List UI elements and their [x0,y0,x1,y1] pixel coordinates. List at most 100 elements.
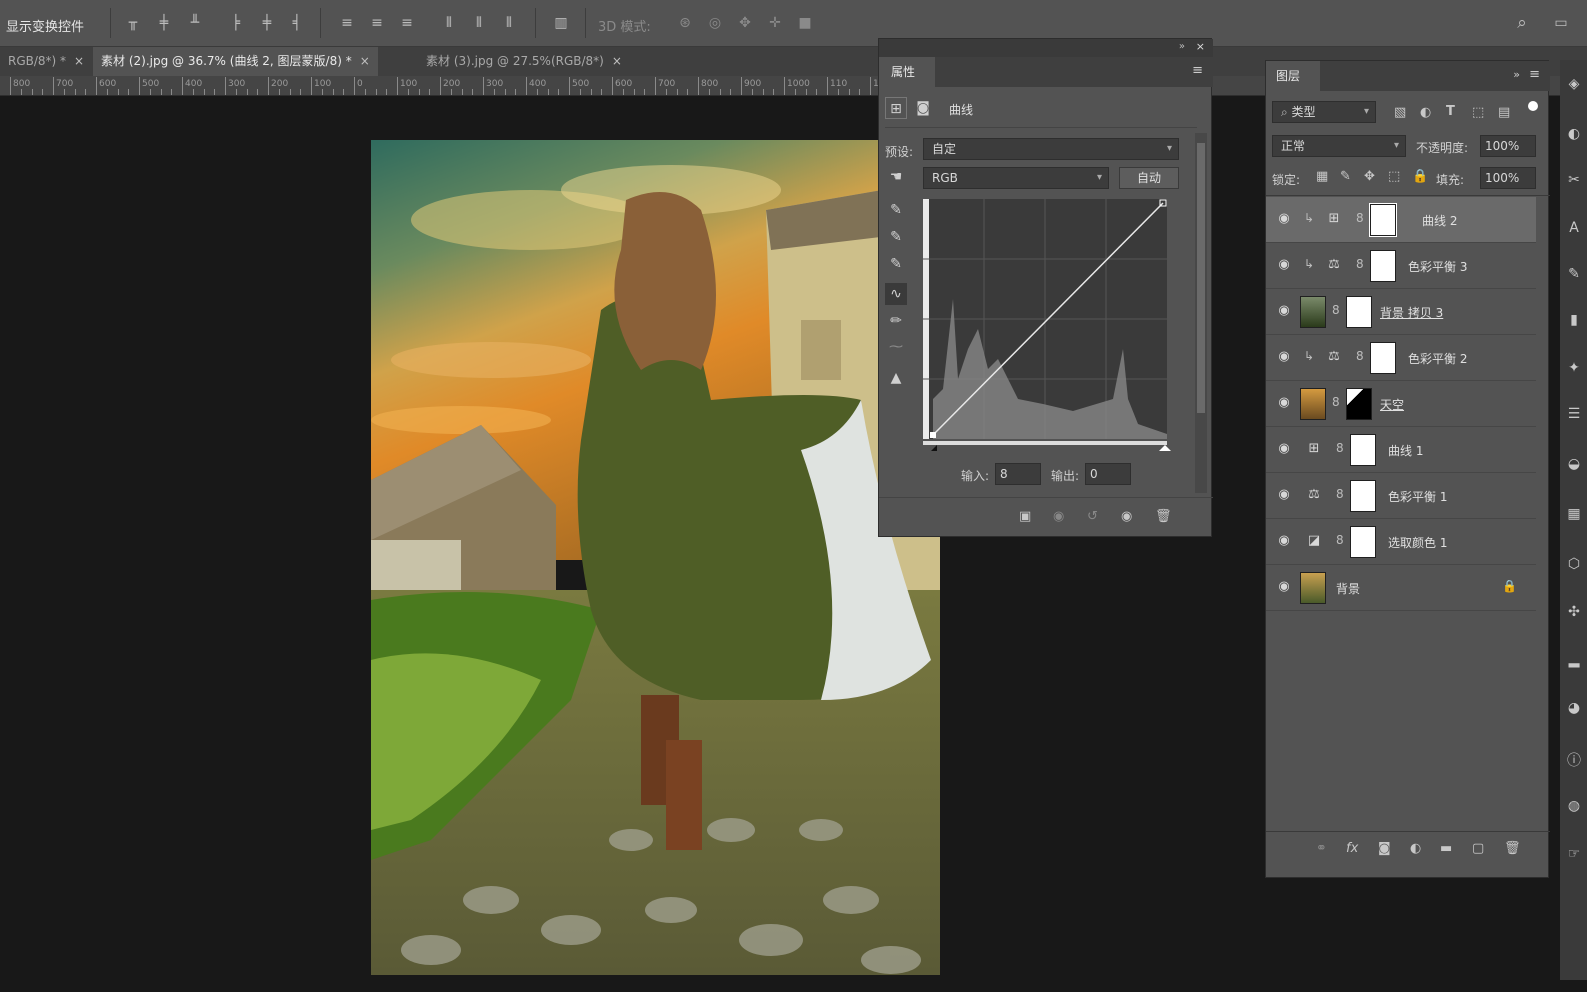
mask-icon[interactable]: ◙ [912,97,934,119]
scrollbar[interactable] [1195,133,1207,493]
distribute-hcenter-icon[interactable]: ⦀ [470,14,488,32]
filter-pixel-icon[interactable]: ▧ [1394,105,1406,120]
align-hcenter-icon[interactable]: ╪ [258,14,276,32]
3d-pan-icon[interactable]: ✥ [736,14,754,32]
tool-presets-dock-icon[interactable]: ✦ [1565,360,1583,378]
close-icon[interactable]: × [360,54,370,68]
layer-filter-dropdown[interactable]: ⌕ 类型 ▾ [1272,101,1376,123]
fill-field[interactable]: 100% [1480,167,1536,189]
eye-icon[interactable]: ◉ [1276,211,1292,227]
3d-dock-icon[interactable]: ⬡ [1565,556,1583,574]
layer-row[interactable]: ◉ ◪ 8 选取颜色 1 [1266,519,1536,565]
distribute-left-icon[interactable]: ⦀ [440,14,458,32]
document-tab[interactable]: 素材 (3).jpg @ 27.5%(RGB/8*) × [418,47,630,76]
paths-dock-icon[interactable]: ✂ [1565,172,1583,190]
panel-menu-icon[interactable]: ≡ [1192,63,1203,78]
close-icon[interactable]: × [74,54,84,68]
character-dock-icon[interactable]: A [1565,220,1583,238]
pencil-icon[interactable]: ✏ [885,310,907,332]
link-icon[interactable]: 8 [1356,211,1364,225]
layer-row[interactable]: ◉ ↳ ⚖ 8 色彩平衡 3 [1266,243,1536,289]
input-field[interactable]: 8 [995,463,1041,485]
tab-properties[interactable]: 属性 [879,57,935,87]
filter-shape-icon[interactable]: ⬚ [1472,105,1484,120]
lock-position-icon[interactable]: ✥ [1364,169,1375,184]
eye-icon[interactable]: ◉ [1276,349,1292,365]
color-dock-icon[interactable]: ◒ [1565,456,1583,474]
align-left-icon[interactable]: ╞ [227,14,245,32]
view-previous-icon[interactable]: ◉ [1053,509,1064,524]
auto-align-icon[interactable]: ▥ [552,14,570,32]
target-adjust-hand-icon[interactable]: ☚ [885,166,907,188]
layer-mask-thumbnail[interactable] [1350,526,1376,558]
smooth-icon[interactable]: ⁓ [885,336,907,358]
align-vcenter-icon[interactable]: ╪ [155,14,173,32]
info-dock-icon[interactable]: ⓘ [1565,750,1583,769]
3d-slide-icon[interactable]: ✛ [766,14,784,32]
layer-row[interactable]: ◉ ⚖ 8 色彩平衡 1 [1266,473,1536,519]
layer-mask-thumbnail[interactable] [1369,203,1397,237]
document-image[interactable] [371,140,940,975]
eye-icon[interactable]: ◉ [1276,487,1292,503]
layer-row[interactable]: ◉ ↳ ⚖ 8 色彩平衡 2 [1266,335,1536,381]
distribute-right-icon[interactable]: ⦀ [500,14,518,32]
layer-thumbnail[interactable] [1300,296,1326,328]
fx-icon[interactable]: fx [1346,841,1358,856]
collapse-icon[interactable]: » [1179,41,1185,52]
channels-dock-icon[interactable]: ◕ [1565,700,1583,718]
link-icon[interactable]: 8 [1332,303,1340,317]
layer-mask-thumbnail[interactable] [1370,342,1396,374]
show-transform-controls[interactable]: 显示变换控件 [6,16,84,35]
clone-source-dock-icon[interactable]: ▮ [1565,312,1583,330]
lock-artboard-icon[interactable]: ⬚ [1388,169,1400,184]
filter-toggle-icon[interactable] [1528,101,1538,111]
eye-icon[interactable]: ◉ [1276,579,1292,595]
output-field[interactable]: 0 [1085,463,1131,485]
document-tab-active[interactable]: 素材 (2).jpg @ 36.7% (曲线 2, 图层蒙版/8) * × [93,47,378,76]
close-icon[interactable]: × [1196,40,1205,53]
eye-icon[interactable]: ◉ [1276,441,1292,457]
styles-dock-icon[interactable]: ◍ [1565,798,1583,816]
visibility-icon[interactable]: ◉ [1121,509,1132,524]
layer-row[interactable]: ◉ 8 天空 [1266,381,1536,427]
layer-mask-thumbnail[interactable] [1350,480,1376,512]
tab-layers[interactable]: 图层 [1266,61,1320,91]
add-mask-icon[interactable]: ◙ [1378,841,1391,856]
link-icon[interactable]: 8 [1332,395,1340,409]
layer-thumbnail[interactable] [1300,572,1326,604]
swatches-dock-icon[interactable]: ▦ [1565,506,1583,524]
link-icon[interactable]: 8 [1336,441,1344,455]
distribute-bottom-icon[interactable]: ≡ [398,14,416,32]
curves-adjustment-icon[interactable]: ⊞ [885,97,907,119]
layer-mask-thumbnail[interactable] [1346,296,1372,328]
histogram-dock-icon[interactable]: ▂ [1565,652,1583,670]
eye-icon[interactable]: ◉ [1276,303,1292,319]
channel-dropdown[interactable]: RGB ▾ [923,167,1109,189]
layer-mask-thumbnail[interactable] [1346,388,1372,420]
layer-row[interactable]: ◉ 背景 🔒 [1266,565,1536,611]
align-right-icon[interactable]: ╡ [288,14,306,32]
trash-icon[interactable]: 🗑 [1155,509,1172,524]
lock-all-icon[interactable]: 🔒 [1412,169,1428,184]
eye-icon[interactable]: ◉ [1276,395,1292,411]
eyedropper-gray-icon[interactable]: ✎ [885,226,907,248]
search-icon[interactable]: ⌕ [1513,14,1531,32]
layer-mask-thumbnail[interactable] [1350,434,1376,466]
layer-thumbnail[interactable] [1300,388,1326,420]
lock-paint-icon[interactable]: ✎ [1340,169,1351,184]
reset-icon[interactable]: ↺ [1087,509,1098,524]
align-top-icon[interactable]: ╥ [124,14,142,32]
curves-graph[interactable] [923,199,1179,459]
filter-adjustment-icon[interactable]: ◐ [1420,105,1431,120]
layer-mask-thumbnail[interactable] [1370,250,1396,282]
link-icon[interactable]: 8 [1356,349,1364,363]
preset-dropdown[interactable]: 自定 ▾ [923,138,1179,160]
link-icon[interactable]: 8 [1356,257,1364,271]
eye-icon[interactable]: ◉ [1276,533,1292,549]
clipping-warning-icon[interactable]: ▲ [885,367,907,389]
brush-dock-icon[interactable]: ✎ [1565,266,1583,284]
new-group-icon[interactable]: ▬ [1440,841,1452,856]
layer-row[interactable]: ◉ ⊞ 8 曲线 1 [1266,427,1536,473]
lock-transparent-icon[interactable]: ▦ [1316,169,1328,184]
auto-button[interactable]: 自动 [1119,167,1179,189]
